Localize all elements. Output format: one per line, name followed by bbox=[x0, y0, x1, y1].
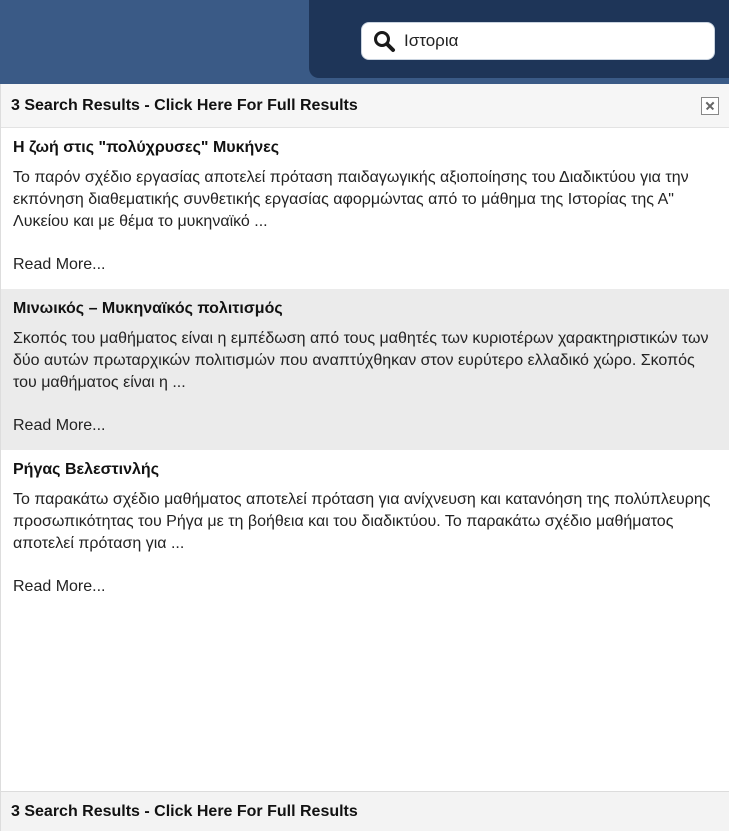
result-snippet: Σκοπός του μαθήματος είναι η εμπέδωση απ… bbox=[13, 330, 709, 391]
result-item: Ρήγας Βελεστινλής Το παρακάτω σχέδιο μαθ… bbox=[1, 450, 729, 611]
search-input[interactable] bbox=[404, 31, 684, 51]
result-snippet: Το παρόν σχέδιο εργασίας αποτελεί πρότασ… bbox=[13, 169, 689, 230]
full-results-footer-link[interactable]: 3 Search Results - Click Here For Full R… bbox=[11, 803, 358, 821]
result-title[interactable]: Ρήγας Βελεστινλής bbox=[13, 460, 717, 480]
full-results-link[interactable]: 3 Search Results - Click Here For Full R… bbox=[11, 97, 358, 115]
search-results-panel: 3 Search Results - Click Here For Full R… bbox=[0, 84, 729, 831]
read-more-link[interactable]: Read More... bbox=[13, 394, 717, 450]
top-bar bbox=[0, 0, 729, 84]
read-more-link[interactable]: Read More... bbox=[13, 233, 717, 289]
result-snippet: Το παρακάτω σχέδιο μαθήματος αποτελεί πρ… bbox=[13, 491, 711, 552]
search-icon[interactable] bbox=[372, 29, 396, 53]
result-item: Μινωικός – Μυκηναϊκός πολιτισμός Σκοπός … bbox=[1, 289, 729, 450]
result-title[interactable]: Η ζωή στις "πολύχρυσες" Μυκήνες bbox=[13, 138, 717, 158]
read-more-link[interactable]: Read More... bbox=[13, 555, 717, 611]
result-item: Η ζωή στις "πολύχρυσες" Μυκήνες Το παρόν… bbox=[1, 128, 729, 289]
results-header: 3 Search Results - Click Here For Full R… bbox=[1, 84, 729, 128]
result-title[interactable]: Μινωικός – Μυκηναϊκός πολιτισμός bbox=[13, 299, 717, 319]
results-footer[interactable]: 3 Search Results - Click Here For Full R… bbox=[1, 791, 729, 831]
search-box[interactable] bbox=[361, 22, 715, 60]
close-icon[interactable] bbox=[701, 96, 719, 115]
